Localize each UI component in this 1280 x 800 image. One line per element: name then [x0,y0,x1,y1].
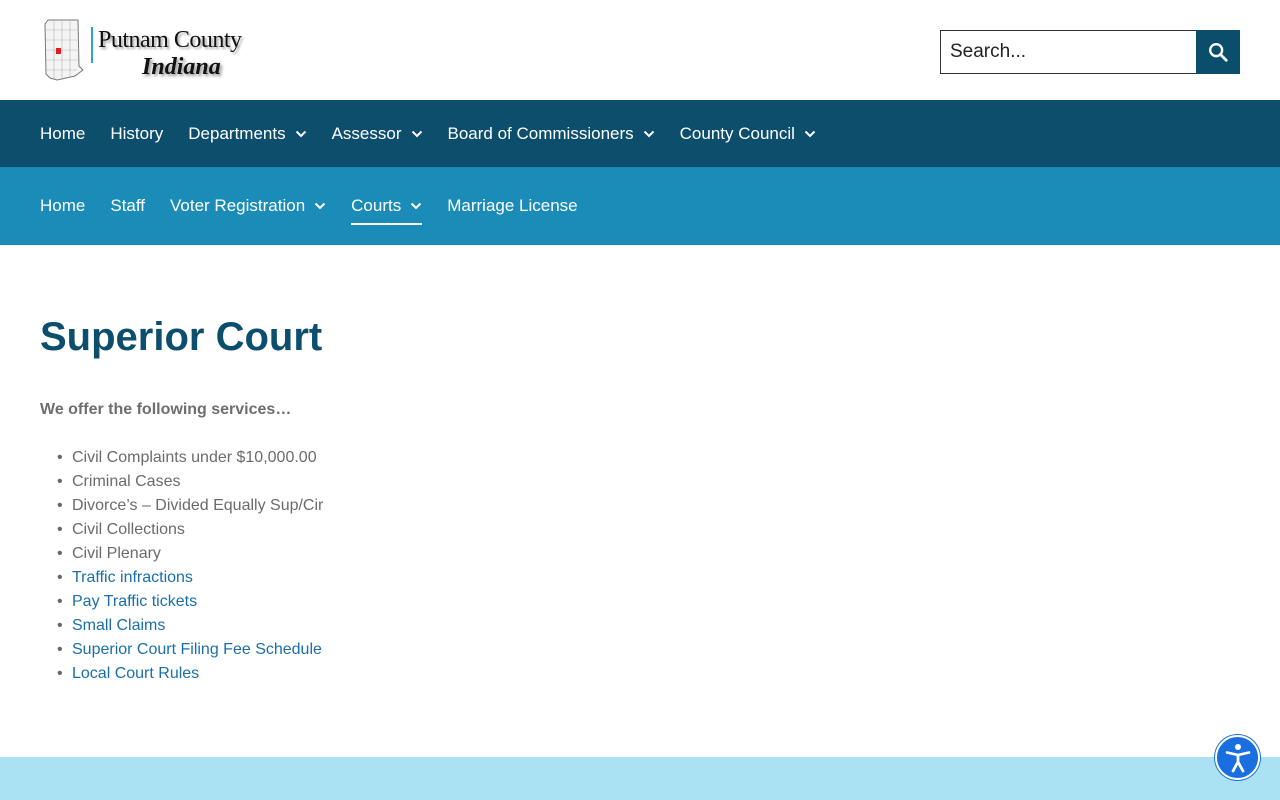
primary-nav-item-departments[interactable]: Departments [188,124,306,144]
search-icon [1209,43,1228,62]
primary-nav-list: Home History Departments Assessor Board of C… [40,100,841,167]
secondary-nav-item-staff[interactable]: Staff [110,196,145,216]
secondary-nav-item-voter-registration[interactable]: Voter Registration [170,196,326,216]
secondary-nav-item-label: Voter Registration [170,196,306,215]
secondary-nav-item-label: Marriage License [447,196,578,215]
chevron-down-icon [295,130,306,137]
dropdown-toggle[interactable] [643,130,655,138]
primary-nav-item-label: History [110,123,164,143]
logo-divider [91,27,93,63]
secondary-nav-item-marriage-license[interactable]: Marriage License [447,196,577,216]
site-logo[interactable]: Putnam County Indiana [42,16,242,84]
service-link[interactable]: Superior Court Filing Fee Schedule [57,638,323,662]
search-input[interactable] [940,30,1196,74]
dropdown-toggle[interactable] [410,202,422,210]
primary-nav-item-county-council[interactable]: County Council [680,124,816,144]
services-list: Civil Complaints under $10,000.00Crimina… [57,446,323,686]
primary-nav: Home History Departments Assessor Board of C… [0,100,1280,167]
site-header: Putnam County Indiana [0,0,1280,100]
secondary-nav-item-courts[interactable]: Courts [351,196,423,225]
service-item: Criminal Cases [57,470,323,494]
secondary-nav-item-label: Courts [351,196,402,215]
search-form [940,30,1240,74]
primary-nav-item-label: Departments [188,123,286,143]
service-link[interactable]: Small Claims [57,614,323,638]
secondary-nav-list: Home Staff Voter Registration Courts Marriag… [40,167,603,245]
page-title: Superior Court [40,315,323,359]
services-intro: We offer the following services… [40,401,292,418]
primary-nav-item-label: County Council [679,123,795,143]
search-button[interactable] [1196,30,1240,74]
dropdown-toggle[interactable] [804,130,816,138]
secondary-nav: Home Staff Voter Registration Courts Marriag… [0,167,1280,245]
accessibility-icon [1225,743,1250,772]
primary-nav-item-label: Board of Commissioners [447,123,634,143]
dropdown-toggle[interactable] [295,130,307,138]
primary-nav-item-assessor[interactable]: Assessor [332,124,423,144]
service-link[interactable]: Traffic infractions [57,566,323,590]
chevron-down-icon [411,130,422,137]
accessibility-button[interactable] [1215,735,1260,780]
secondary-nav-item-label: Staff [110,196,146,215]
logo-state-name: Indiana [142,54,221,80]
secondary-nav-item-home[interactable]: Home [40,196,85,216]
service-item: Civil Plenary [57,542,323,566]
chevron-down-icon [643,130,654,137]
dropdown-toggle[interactable] [314,202,326,210]
primary-nav-item-history[interactable]: History [110,124,163,144]
chevron-down-icon [804,130,816,137]
service-item: Civil Complaints under $10,000.00 [57,446,323,470]
chevron-down-icon [411,202,422,210]
primary-nav-item-home[interactable]: Home [40,124,85,144]
primary-nav-item-label: Assessor [331,123,402,143]
indiana-map-icon [44,19,84,81]
dropdown-toggle[interactable] [411,130,423,138]
primary-nav-item-label: Home [40,123,86,143]
primary-nav-item-board-of-commissioners[interactable]: Board of Commissioners [448,124,655,144]
secondary-nav-item-label: Home [40,196,86,215]
service-item: Divorce’s – Divided Equally Sup/Cir [57,494,323,518]
service-link[interactable]: Pay Traffic tickets [57,590,323,614]
service-item: Civil Collections [57,518,323,542]
logo-county-name: Putnam County [98,27,242,53]
service-link[interactable]: Local Court Rules [57,662,323,686]
chevron-down-icon [314,202,326,210]
footer-band [0,757,1280,800]
